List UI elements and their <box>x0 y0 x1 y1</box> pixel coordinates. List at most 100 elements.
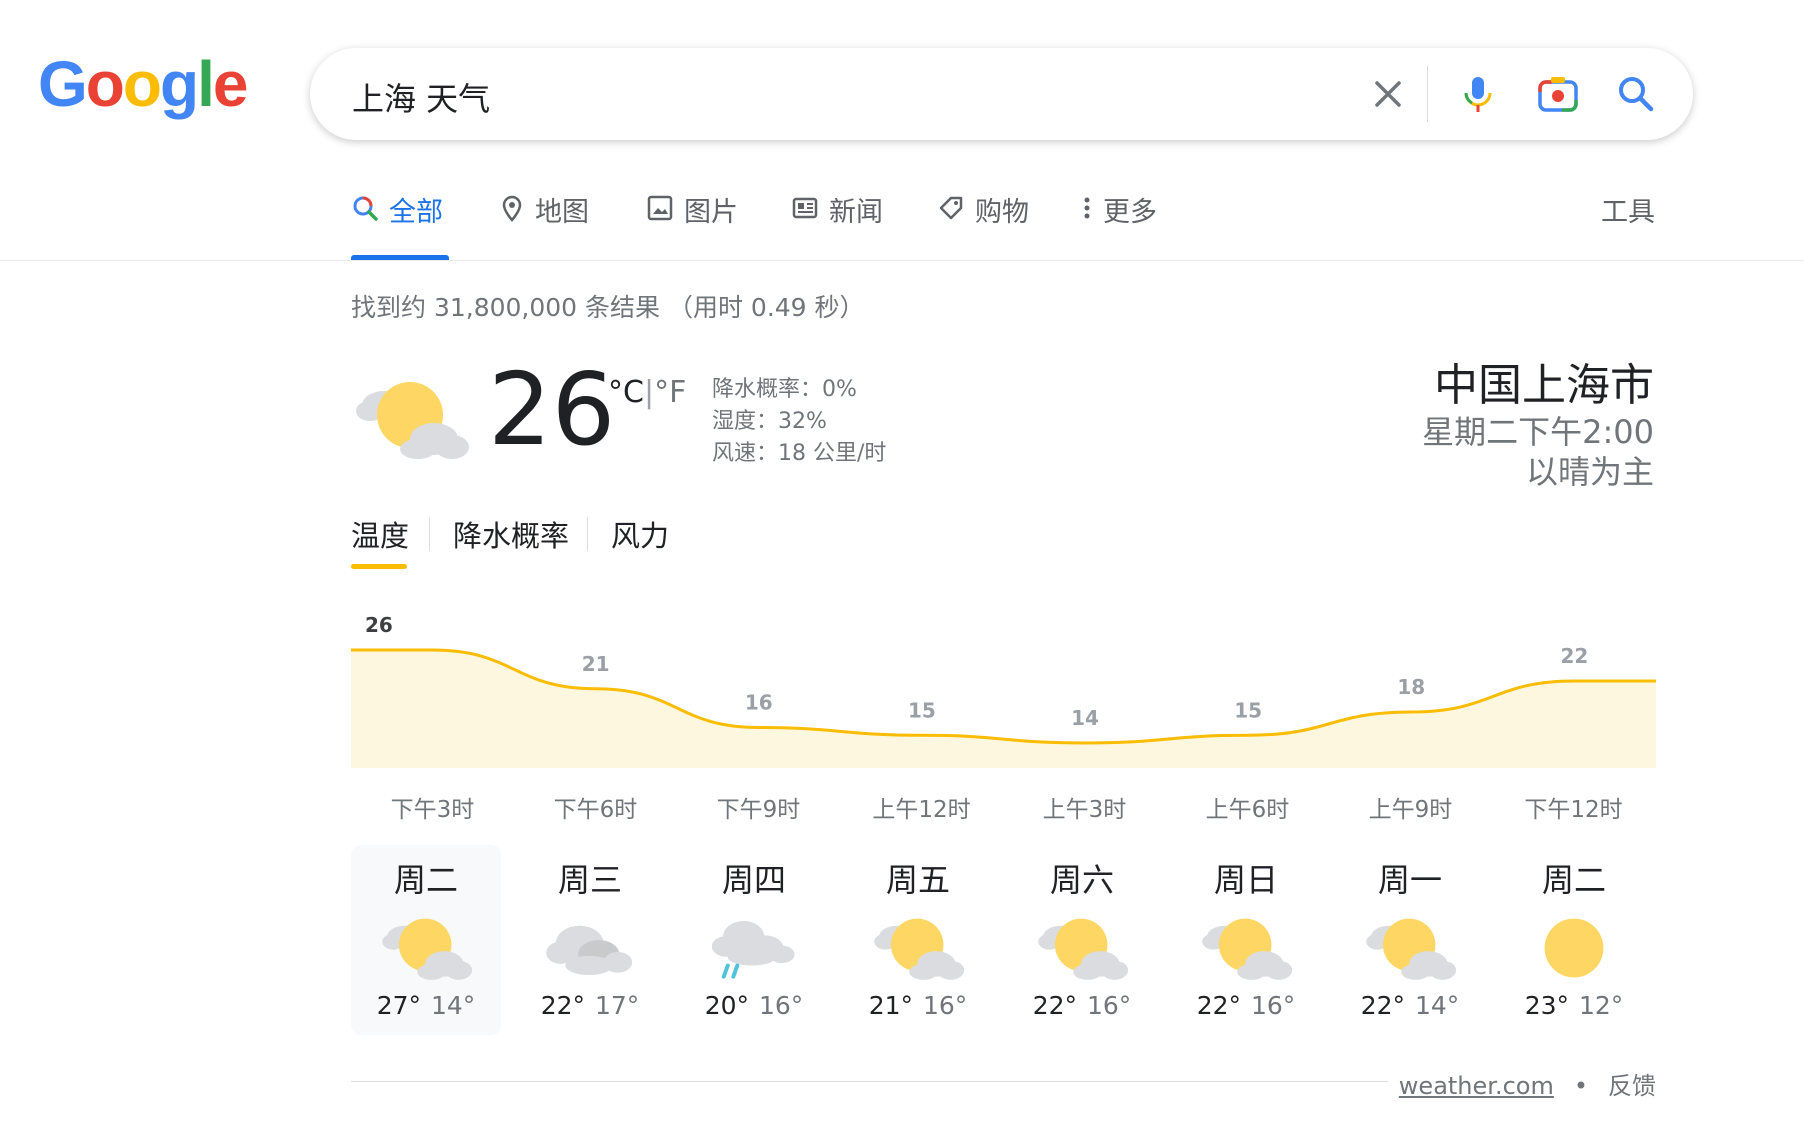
unit-toggle: °C|°F <box>608 375 686 410</box>
footer-dot: • <box>1573 1072 1588 1100</box>
high-temp: 22° <box>1360 991 1405 1020</box>
mic-icon[interactable] <box>1454 70 1502 118</box>
day-thursday[interactable]: 周四 20° 16° <box>679 845 829 1035</box>
day-sunday[interactable]: 周日 22° 16° <box>1171 845 1321 1035</box>
high-temp: 22° <box>1032 991 1077 1020</box>
hour-label: 上午3时 <box>1042 797 1127 823</box>
day-name: 周三 <box>557 861 622 899</box>
day-monday[interactable]: 周一 22° 14° <box>1335 845 1485 1035</box>
unit-separator: | <box>643 375 655 410</box>
search-divider <box>1427 66 1428 122</box>
logo-letter: e <box>212 48 249 120</box>
tools-button[interactable]: 工具 <box>1601 190 1655 229</box>
source-link[interactable]: weather.com <box>1399 1072 1554 1100</box>
low-temp: 14° <box>431 991 476 1020</box>
low-temp: 16° <box>923 991 968 1020</box>
camera-icon[interactable] <box>1534 70 1582 118</box>
weather-details: 降水概率：0% 湿度：32% 风速：18 公里/时 <box>712 374 886 470</box>
precipitation: 降水概率：0% <box>712 377 857 402</box>
day-wednesday[interactable]: 周三 22° 17° <box>515 845 665 1035</box>
tab-wind[interactable]: 风力 <box>611 513 669 555</box>
day-name: 周日 <box>1213 861 1278 899</box>
hour-label: 下午3时 <box>390 797 475 823</box>
tab-all[interactable]: 全部 <box>351 190 443 260</box>
search-box[interactable]: 上海 天气 <box>310 48 1693 140</box>
humidity: 湿度：32% <box>712 409 827 434</box>
location-name: 中国上海市 <box>1434 360 1654 411</box>
temperature-area <box>351 650 1656 768</box>
day-temps: 20° 16° <box>679 991 829 1020</box>
search-icon[interactable] <box>1612 70 1660 118</box>
tab-label: 购物 <box>975 197 1029 228</box>
location-block: 中国上海市 星期二下午2:00 以晴为主 <box>1422 360 1654 492</box>
tab-temperature[interactable]: 温度 <box>351 513 409 555</box>
tab-separator <box>587 517 588 551</box>
tab-label: 图片 <box>684 197 738 228</box>
search-icon <box>353 196 378 221</box>
current-temperature: 26 <box>488 351 616 468</box>
hour-label: 上午12时 <box>872 797 971 823</box>
day-saturday[interactable]: 周六 22° 16° <box>1007 845 1157 1035</box>
temperature-label: 15 <box>908 698 936 722</box>
high-temp: 22° <box>1196 991 1241 1020</box>
high-temp: 23° <box>1524 991 1569 1020</box>
tab-precipitation[interactable]: 降水概率 <box>453 513 569 555</box>
tab-separator <box>429 517 430 551</box>
day-name: 周二 <box>1541 861 1606 899</box>
low-temp: 17° <box>595 991 640 1020</box>
sunny-icon <box>1544 918 1604 978</box>
hour-label: 下午9时 <box>716 797 801 823</box>
day-temps: 21° 16° <box>843 991 993 1020</box>
day-tuesday[interactable]: 周二 27° 14° <box>351 845 501 1035</box>
temperature-label: 22 <box>1561 644 1589 668</box>
google-logo[interactable]: Google <box>38 52 248 116</box>
news-icon <box>792 197 818 219</box>
day-name: 周六 <box>1049 861 1114 899</box>
hour-label: 下午6时 <box>553 797 638 823</box>
wind-speed: 风速：18 公里/时 <box>712 441 887 466</box>
hour-label: 上午9时 <box>1368 797 1453 823</box>
temperature-label: 18 <box>1397 675 1425 699</box>
result-stats: 找到约 31,800,000 条结果 （用时 0.49 秒） <box>351 293 865 322</box>
tag-icon <box>939 196 963 220</box>
tab-shopping[interactable]: 购物 <box>937 190 1029 260</box>
search-input[interactable]: 上海 天气 <box>352 74 490 120</box>
feedback-link[interactable]: 反馈 <box>1608 1072 1656 1100</box>
day-name: 周五 <box>885 861 950 899</box>
low-temp: 14° <box>1415 991 1460 1020</box>
temperature-label: 26 <box>365 613 393 637</box>
temperature-label: 15 <box>1234 698 1262 722</box>
fahrenheit-unit[interactable]: °F <box>654 375 686 410</box>
high-temp: 27° <box>376 991 421 1020</box>
rain-icon <box>711 920 795 979</box>
location-time: 星期二下午2:00 <box>1422 413 1654 451</box>
day-tuesday-next[interactable]: 周二 23° 12° <box>1499 845 1649 1035</box>
day-name: 周一 <box>1377 861 1442 899</box>
tab-label: 更多 <box>1103 197 1157 228</box>
tab-maps[interactable]: 地图 <box>499 190 589 260</box>
day-temps: 22° 17° <box>515 991 665 1020</box>
weather-description: 以晴为主 <box>1525 453 1654 491</box>
cloudy-icon <box>546 925 633 976</box>
tab-label: 地图 <box>535 197 589 228</box>
temperature-chart: 26 21 16 15 14 15 18 22 <box>351 613 1656 768</box>
tab-news[interactable]: 新闻 <box>791 190 883 260</box>
partly-cloudy-icon <box>1202 918 1293 980</box>
low-temp: 16° <box>759 991 804 1020</box>
partly-cloudy-icon <box>382 918 473 980</box>
hour-label: 上午6时 <box>1205 797 1290 823</box>
tab-more[interactable]: 更多 <box>1081 190 1157 260</box>
tab-label: 全部 <box>389 197 443 228</box>
high-temp: 21° <box>868 991 913 1020</box>
day-friday[interactable]: 周五 21° 16° <box>843 845 993 1035</box>
logo-letter: g <box>159 48 199 120</box>
header-divider <box>0 260 1804 261</box>
tab-images[interactable]: 图片 <box>646 190 738 260</box>
weather-footer: weather.com • 反馈 <box>1399 1066 1656 1101</box>
map-pin-icon <box>502 195 522 222</box>
celsius-unit[interactable]: °C <box>608 375 644 410</box>
day-temps: 22° 16° <box>1171 991 1321 1020</box>
temperature-label: 16 <box>745 691 773 715</box>
active-weather-tab-indicator <box>351 564 407 569</box>
clear-icon[interactable] <box>1364 70 1412 118</box>
